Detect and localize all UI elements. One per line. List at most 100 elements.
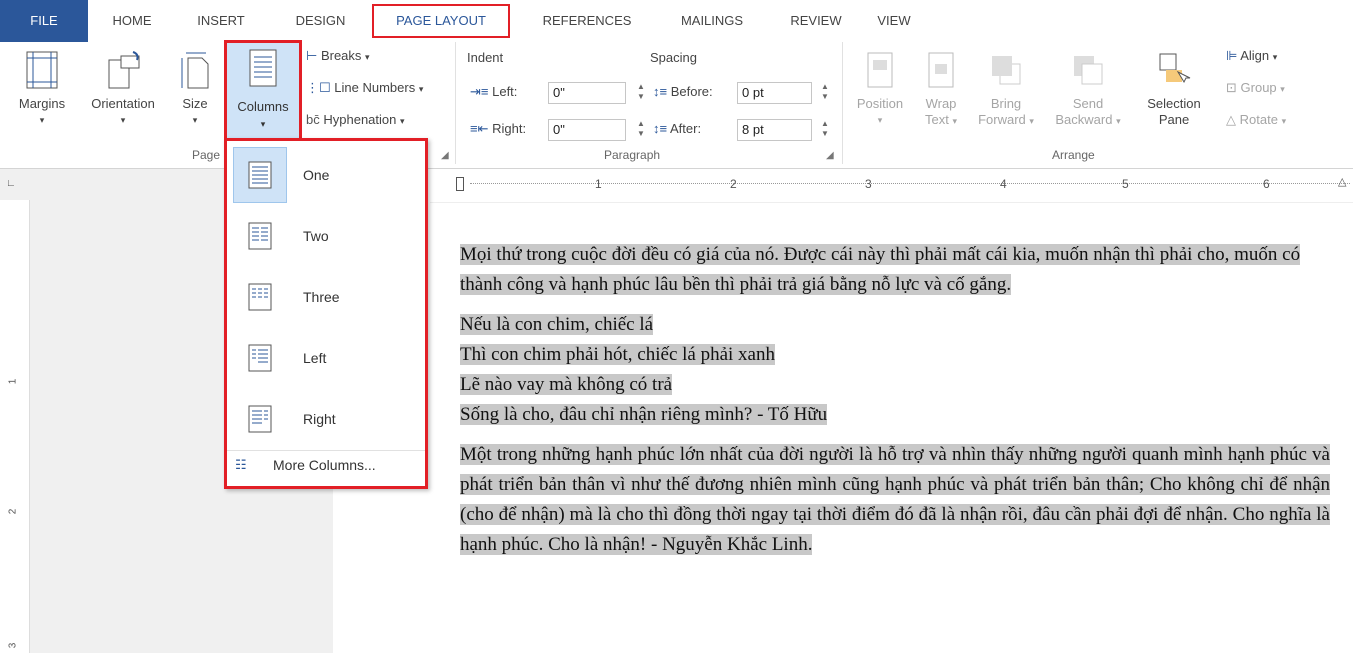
group-button[interactable]: ⊡ Group ▾	[1226, 80, 1285, 96]
selection-pane-label-1: Selection	[1147, 96, 1201, 111]
ruler-number: 6	[1263, 177, 1270, 191]
indent-right-label: ≡⇤ Right:	[470, 121, 527, 136]
align-button[interactable]: ⊫ Align ▾	[1226, 48, 1277, 64]
wrap-text-label-1: Wrap	[925, 96, 957, 111]
hyphenation-button[interactable]: bc̄ Hyphenation ▾	[306, 112, 405, 127]
columns-option-one[interactable]: One	[233, 147, 419, 205]
rotate-icon: △	[1226, 112, 1236, 127]
more-columns-item[interactable]: ☷ More Columns...	[227, 450, 425, 480]
spacing-before-label: ↕≡ Before:	[653, 84, 713, 99]
size-dropdown-arrow: ▾	[192, 115, 198, 125]
position-button[interactable]: Position ▾	[848, 50, 912, 146]
indent-right-spinner[interactable]: ▲ ▼	[634, 119, 648, 141]
columns-option-three[interactable]: Three	[233, 269, 419, 327]
group-dropdown-arrow: ▾	[1280, 84, 1285, 94]
tab-references[interactable]: REFERENCES	[528, 0, 646, 42]
vruler-label: 3	[7, 642, 19, 649]
wrap-text-button[interactable]: Wrap Text ▾	[916, 50, 966, 146]
bring-forward-label-2: Forward ▾	[978, 112, 1034, 127]
indent-right-field[interactable]: 0"	[548, 119, 626, 141]
size-icon	[181, 52, 209, 89]
send-backward-label-2: Backward ▾	[1055, 112, 1121, 127]
breaks-button[interactable]: ⊢ Breaks ▾	[306, 48, 370, 64]
ribbon: Margins ▾ Orientation ▾ Size ▾ ⊢ Breaks …	[0, 42, 1353, 169]
breaks-label: Breaks	[320, 48, 362, 63]
orientation-dropdown-arrow: ▾	[120, 115, 126, 125]
orientation-icon	[108, 51, 140, 89]
more-columns-icon: ☷	[235, 457, 247, 472]
three-columns-icon	[233, 269, 287, 325]
spacing-before-field[interactable]: 0 pt	[737, 82, 812, 104]
ruler-number: 4	[1000, 177, 1007, 191]
hyphenation-label: Hyphenation	[323, 112, 397, 127]
tab-stop-selector-icon[interactable]: ∟	[6, 178, 16, 189]
separator	[455, 42, 456, 164]
ruler-number: 5	[1122, 177, 1129, 191]
spacing-after-field[interactable]: 8 pt	[737, 119, 812, 141]
position-icon	[867, 52, 893, 88]
size-button[interactable]: Size ▾	[170, 50, 220, 146]
tab-mailings[interactable]: MAILINGS	[662, 0, 762, 42]
ruler-number: 3	[865, 177, 872, 191]
tab-view[interactable]: VIEW	[866, 0, 922, 42]
tab-file[interactable]: FILE	[0, 0, 88, 42]
columns-icon	[249, 49, 277, 87]
right-indent-marker-icon[interactable]: △	[1338, 175, 1346, 188]
spacing-heading: Spacing	[650, 50, 697, 65]
indent-left-spinner[interactable]: ▲ ▼	[634, 82, 648, 104]
paragraph-group-label: Paragraph	[604, 148, 661, 162]
indent-left-field[interactable]: 0"	[548, 82, 626, 104]
bring-forward-icon	[992, 56, 1021, 85]
paragraph-launcher-icon[interactable]: ◢	[826, 150, 834, 161]
spacing-before-spinner[interactable]: ▲ ▼	[818, 82, 832, 104]
columns-option-two[interactable]: Two	[233, 208, 419, 266]
columns-dropdown-arrow: ▾	[260, 119, 266, 129]
tab-review[interactable]: REVIEW	[778, 0, 854, 42]
group-icon: ⊡	[1226, 80, 1237, 95]
margins-dropdown-arrow: ▾	[39, 115, 45, 125]
size-label: Size	[182, 96, 208, 111]
document-body[interactable]: Mọi thứ trong cuộc đời đều có giá của nó…	[460, 240, 1330, 570]
send-backward-button[interactable]: Send Backward ▾	[1046, 50, 1130, 146]
more-columns-label: More Columns...	[273, 457, 376, 473]
poem-line: Thì con chim phải hót, chiếc lá phải xan…	[460, 344, 775, 365]
selection-pane-button[interactable]: Selection Pane	[1140, 50, 1208, 146]
poem-line: Nếu là con chim, chiếc lá	[460, 314, 654, 335]
indent-marker-icon[interactable]	[456, 177, 464, 191]
columns-option-right[interactable]: Right	[233, 391, 419, 449]
paragraph: Mọi thứ trong cuộc đời đều có giá của nó…	[460, 240, 1330, 300]
tab-insert[interactable]: INSERT	[186, 0, 256, 42]
spacing-after-icon: ↕≡	[653, 121, 668, 136]
tab-home[interactable]: HOME	[103, 0, 161, 42]
line-numbers-button[interactable]: ⋮☐ Line Numbers ▾	[306, 80, 423, 96]
ruler-number: 2	[730, 177, 737, 191]
send-backward-label-1: Send	[1072, 96, 1104, 111]
align-icon: ⊫	[1226, 48, 1238, 63]
vruler-label: 1	[7, 378, 19, 385]
page-setup-launcher-icon[interactable]: ◢	[441, 150, 449, 161]
columns-option-label: Left	[303, 350, 327, 366]
vertical-ruler: 1 2 3	[0, 200, 30, 653]
columns-option-label: Right	[303, 411, 336, 427]
columns-option-label: Two	[303, 228, 329, 244]
breaks-dropdown-arrow: ▾	[365, 52, 370, 62]
line-numbers-dropdown-arrow: ▾	[418, 84, 424, 94]
rotate-button[interactable]: △ Rotate ▾	[1226, 112, 1286, 128]
left-column-icon	[233, 330, 287, 386]
indent-left-label: ⇥≡ Left:	[470, 84, 518, 99]
rotate-label: Rotate	[1239, 112, 1278, 127]
tab-design[interactable]: DESIGN	[283, 0, 358, 42]
indent-left-icon: ⇥≡	[470, 84, 489, 99]
spacing-after-spinner[interactable]: ▲ ▼	[818, 119, 832, 141]
orientation-button[interactable]: Orientation ▾	[78, 50, 168, 146]
position-label: Position	[856, 96, 904, 111]
columns-button[interactable]: Columns ▾	[224, 40, 302, 142]
columns-option-left[interactable]: Left	[233, 330, 419, 388]
indent-heading: Indent	[467, 50, 504, 65]
selection-pane-icon	[1159, 53, 1191, 84]
tab-page-layout[interactable]: PAGE LAYOUT	[372, 4, 510, 38]
one-column-icon	[233, 147, 287, 203]
line-numbers-label: Line Numbers	[334, 80, 416, 95]
margins-button[interactable]: Margins ▾	[6, 50, 78, 146]
bring-forward-button[interactable]: Bring Forward ▾	[970, 50, 1042, 146]
